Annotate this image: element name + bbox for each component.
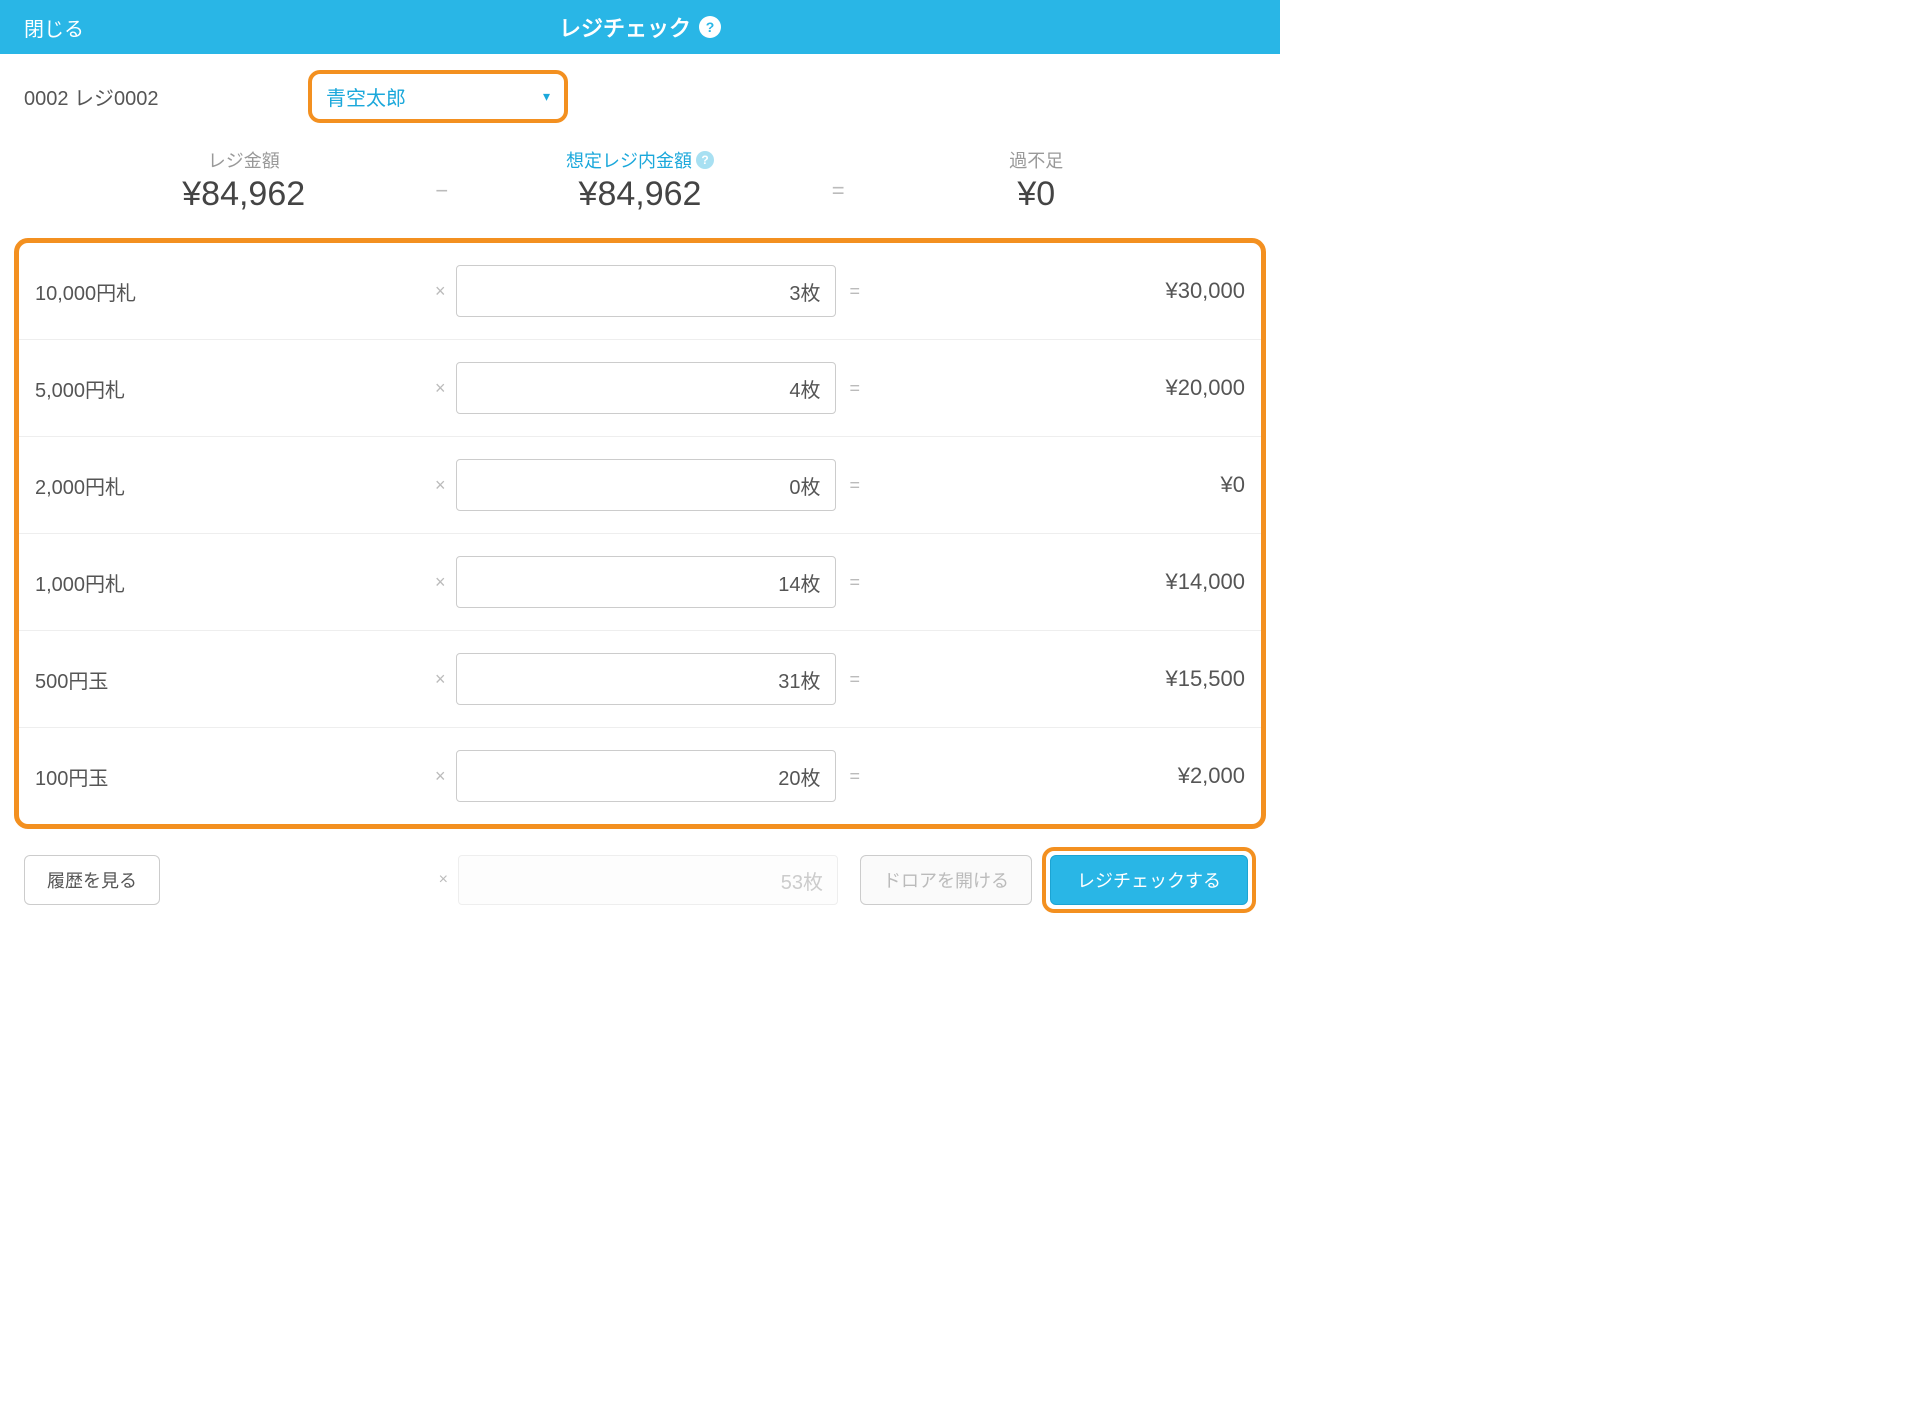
denom-total: ¥20,000 [874, 375, 1245, 401]
denom-total: ¥14,000 [874, 569, 1245, 595]
summary-diff: 過不足 ¥0 [853, 147, 1220, 214]
denom-row: 2,000円札 × 0枚 = ¥0 [19, 436, 1261, 533]
denom-count-input[interactable]: 3枚 [456, 265, 836, 317]
staff-select-value: 青空太郎 [326, 82, 406, 111]
denom-total: ¥15,500 [874, 666, 1245, 692]
summary-cash: レジ金額 ¥84,962 [60, 147, 427, 214]
help-icon[interactable]: ? [696, 151, 714, 169]
denom-row: 5,000円札 × 4枚 = ¥20,000 [19, 339, 1261, 436]
denom-label: 100円玉 [35, 762, 425, 791]
open-drawer-button[interactable]: ドロアを開ける [860, 855, 1032, 905]
denom-row: 100円玉 × 20枚 = ¥2,000 [19, 727, 1261, 824]
denom-row: 1,000円札 × 14枚 = ¥14,000 [19, 533, 1261, 630]
denom-total: ¥2,000 [874, 763, 1245, 789]
denom-count-input[interactable]: 4枚 [456, 362, 836, 414]
equals-symbol: = [836, 766, 875, 787]
multiply-symbol: × [425, 475, 456, 496]
equals-symbol: = [824, 178, 853, 204]
chevron-down-icon: ▾ [543, 88, 550, 105]
footer: 履歴を見る × 53枚 ドロアを開ける レジチェックする [0, 829, 1280, 933]
summary-expected-value: ¥84,962 [456, 175, 823, 214]
minus-symbol: − [427, 178, 456, 204]
denom-row: 500円玉 × 31枚 = ¥15,500 [19, 630, 1261, 727]
multiply-symbol: × [429, 871, 458, 889]
denom-label: 2,000円札 [35, 471, 425, 500]
denom-label: 10,000円札 [35, 277, 425, 306]
summary-expected-label[interactable]: 想定レジ内金額 ? [566, 147, 714, 173]
denom-label: 500円玉 [35, 665, 425, 694]
denom-count-input[interactable]: 31枚 [456, 653, 836, 705]
history-button[interactable]: 履歴を見る [24, 855, 160, 905]
page-title: レジチェック ? [559, 11, 721, 43]
denom-count-input[interactable]: 0枚 [456, 459, 836, 511]
denomination-box: 10,000円札 × 3枚 = ¥30,000 5,000円札 × 4枚 = ¥… [14, 238, 1266, 829]
multiply-symbol: × [425, 281, 456, 302]
footer-mid: × 53枚 [170, 855, 850, 905]
submit-highlight: レジチェックする [1042, 847, 1256, 913]
equals-symbol: = [836, 475, 875, 496]
equals-symbol: = [836, 669, 875, 690]
multiply-symbol: × [425, 378, 456, 399]
staff-select[interactable]: 青空太郎 ▾ [308, 70, 568, 123]
equals-symbol: = [836, 572, 875, 593]
help-icon[interactable]: ? [699, 16, 721, 38]
app-header: 閉じる レジチェック ? [0, 0, 1280, 54]
multiply-symbol: × [425, 766, 456, 787]
denom-total: ¥30,000 [874, 278, 1245, 304]
denom-total: ¥0 [874, 472, 1245, 498]
equals-symbol: = [836, 281, 875, 302]
denom-count-input[interactable]: 20枚 [456, 750, 836, 802]
denom-row: 10,000円札 × 3枚 = ¥30,000 [19, 243, 1261, 339]
extra-count-input[interactable]: 53枚 [458, 855, 838, 905]
summary-expected: 想定レジ内金額 ? ¥84,962 [456, 147, 823, 214]
denom-label: 5,000円札 [35, 374, 425, 403]
register-check-button[interactable]: レジチェックする [1050, 855, 1248, 905]
page-title-text: レジチェック [559, 11, 691, 43]
subheader: 0002 レジ0002 青空太郎 ▾ [0, 54, 1280, 143]
multiply-symbol: × [425, 669, 456, 690]
summary-diff-value: ¥0 [853, 175, 1220, 214]
close-button[interactable]: 閉じる [24, 13, 84, 42]
summary-diff-label: 過不足 [1009, 147, 1063, 173]
summary-cash-value: ¥84,962 [60, 175, 427, 214]
equals-symbol: = [836, 378, 875, 399]
summary-cash-label: レジ金額 [208, 147, 280, 173]
register-label: 0002 レジ0002 [24, 82, 284, 111]
multiply-symbol: × [425, 572, 456, 593]
summary-expected-label-text: 想定レジ内金額 [566, 147, 692, 173]
denom-label: 1,000円札 [35, 568, 425, 597]
denom-count-input[interactable]: 14枚 [456, 556, 836, 608]
summary-row: レジ金額 ¥84,962 − 想定レジ内金額 ? ¥84,962 = 過不足 ¥… [0, 143, 1280, 238]
